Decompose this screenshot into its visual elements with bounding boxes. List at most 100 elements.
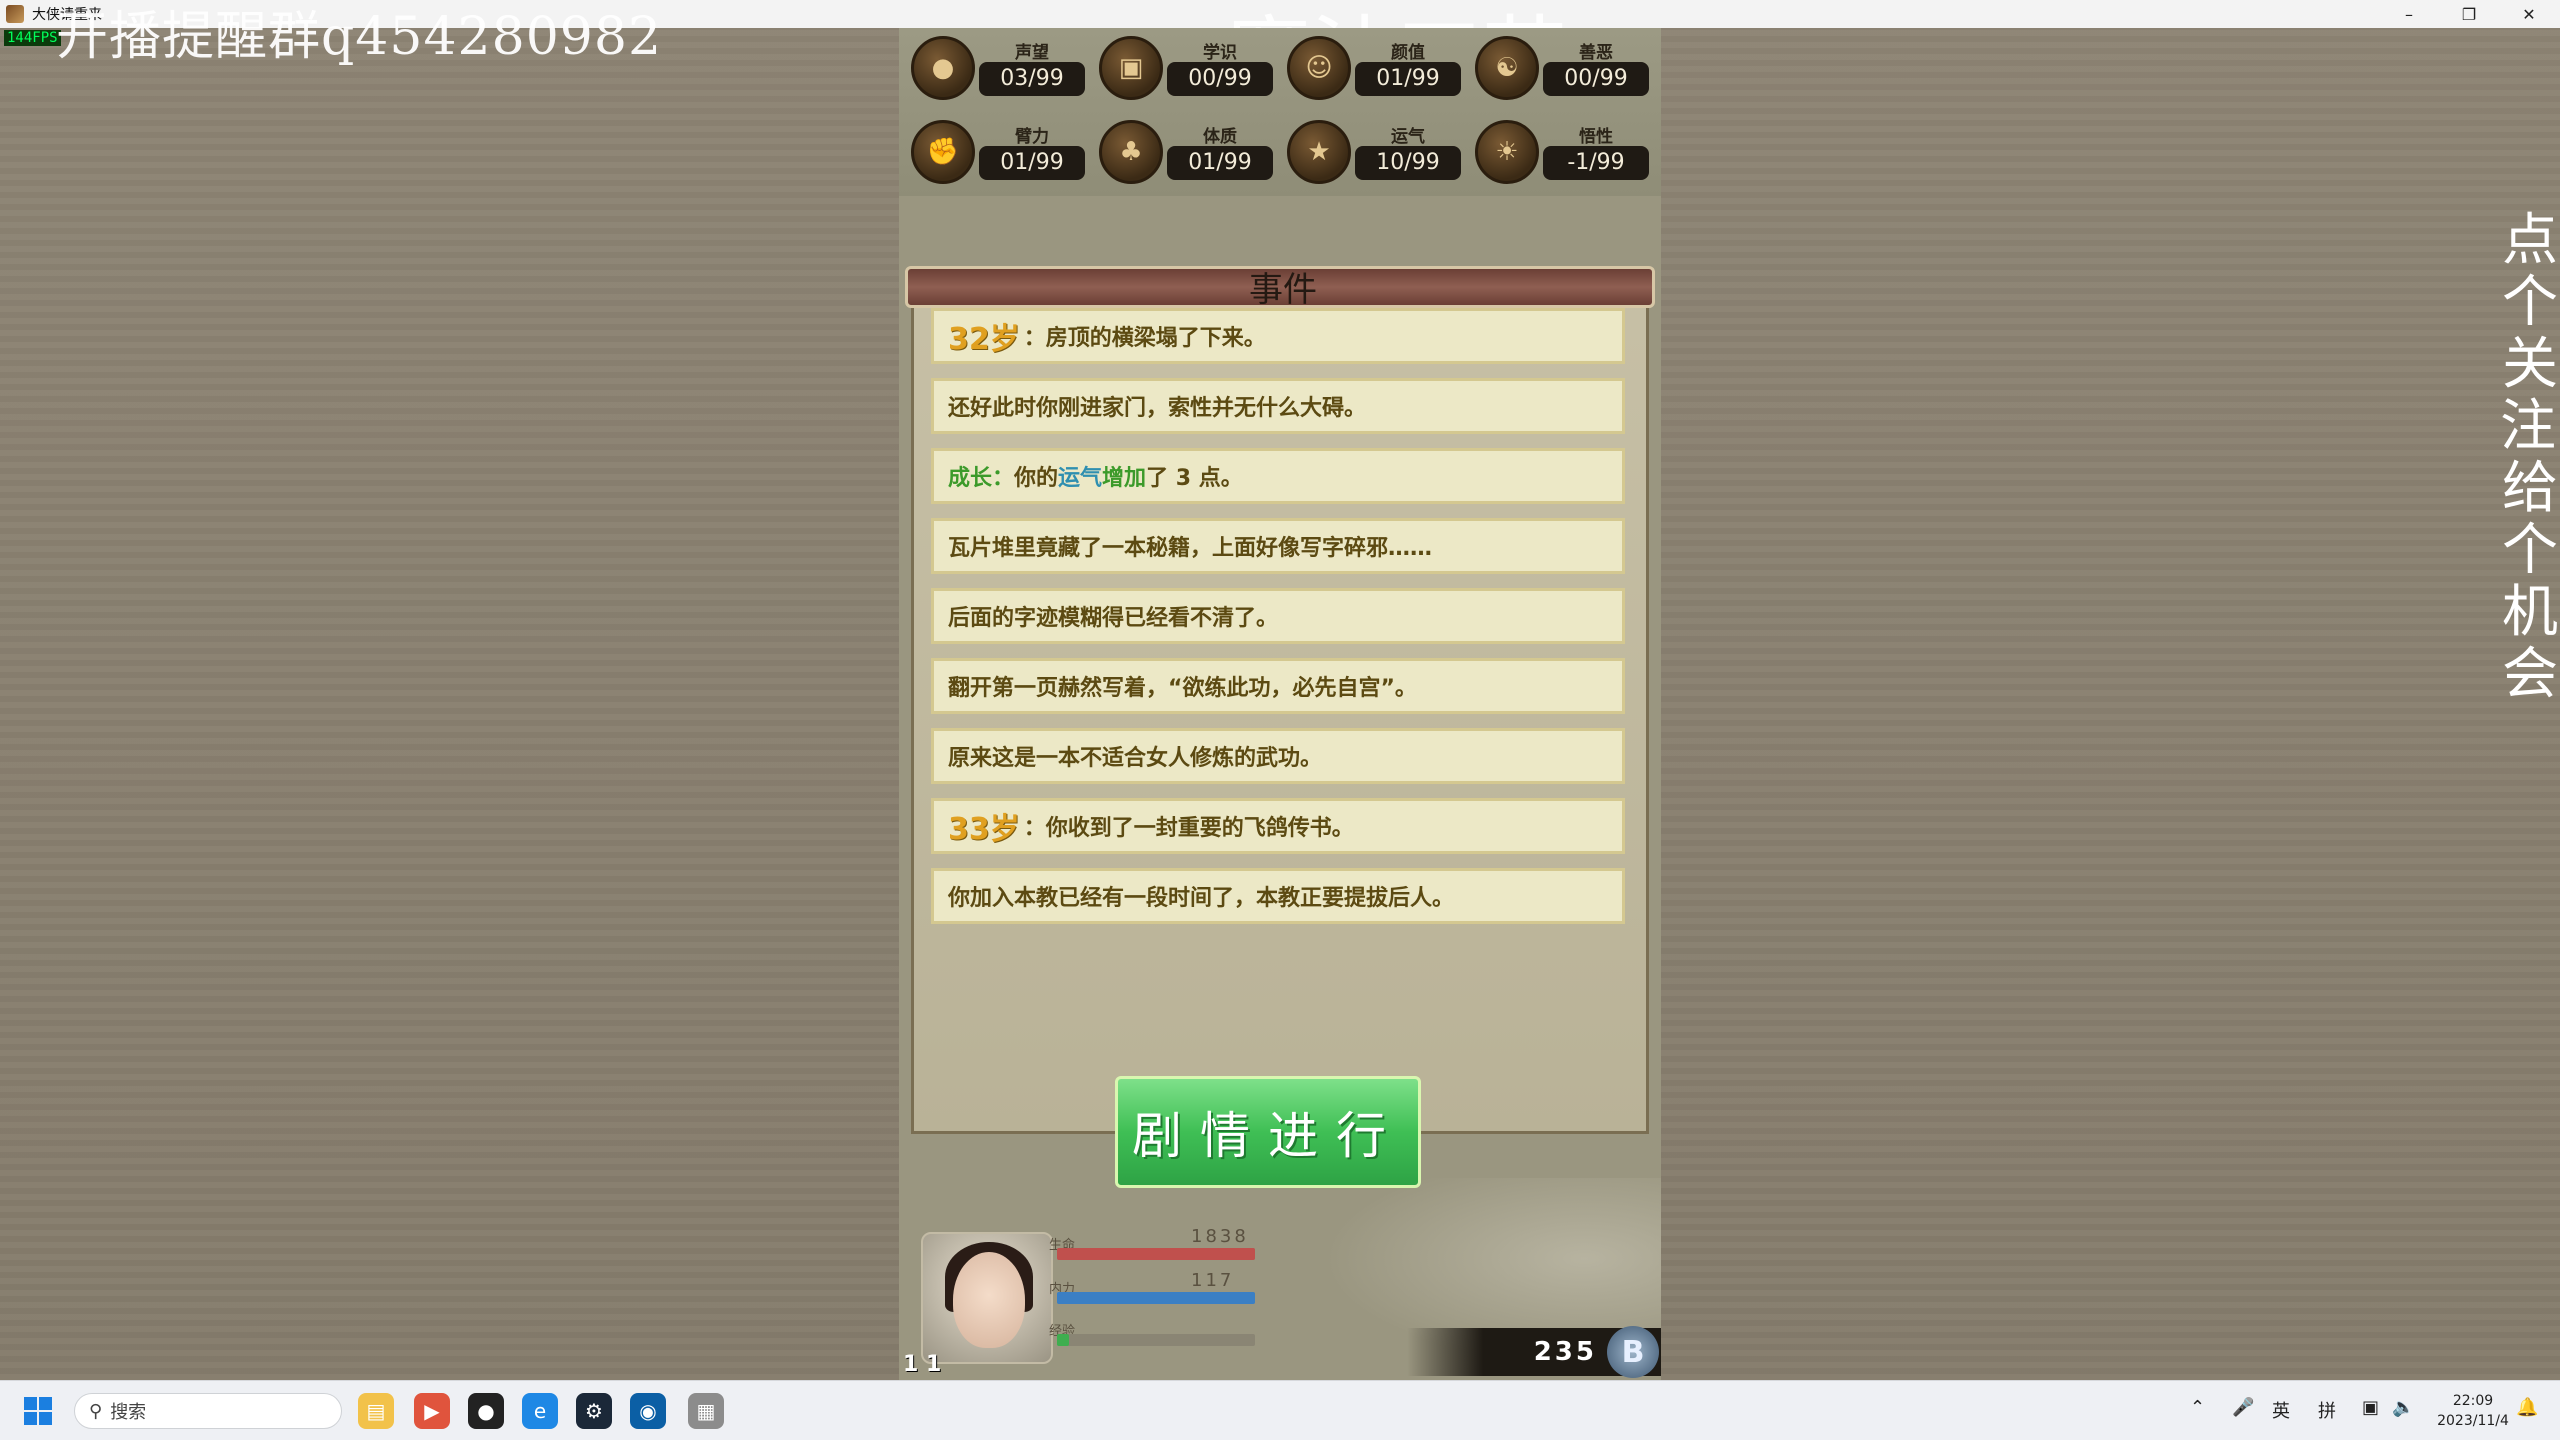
event-text: 原来这是一本不适合女人修炼的武功。 bbox=[948, 746, 1323, 771]
stat-label: 悟性 bbox=[1579, 127, 1613, 147]
stat-value: 01/99 bbox=[1167, 146, 1273, 180]
stat-knowledge: ▣ 学识 00/99 bbox=[1093, 32, 1279, 102]
stat-appearance: ☺ 颜值 01/99 bbox=[1281, 32, 1467, 102]
stat-value: 00/99 bbox=[1167, 62, 1273, 96]
event-panel-header: 事件 bbox=[905, 266, 1655, 310]
event-item: 33岁：你收到了一封重要的飞鸽传书。 bbox=[931, 798, 1625, 854]
app-icon-blue[interactable]: ◉ bbox=[630, 1393, 666, 1429]
network-icon[interactable]: ▣ bbox=[2362, 1397, 2379, 1418]
steam-icon[interactable]: ⚙ bbox=[576, 1393, 612, 1429]
ime-english[interactable]: 英 bbox=[2272, 1397, 2290, 1423]
volume-icon[interactable]: 🔈 bbox=[2392, 1397, 2414, 1418]
edge-browser-icon[interactable]: e bbox=[522, 1393, 558, 1429]
taskbar-clock[interactable]: 22:09 2023/11/4 bbox=[2418, 1391, 2528, 1431]
search-icon: ⚲ bbox=[89, 1400, 103, 1422]
event-text: 还好此时你刚进家门，索性并无什么大碍。 bbox=[948, 396, 1367, 421]
mp-fill bbox=[1057, 1292, 1255, 1304]
fps-counter: 144FPS bbox=[4, 30, 61, 46]
event-item: 原来这是一本不适合女人修炼的武功。 bbox=[931, 728, 1625, 784]
exp-fill bbox=[1057, 1334, 1069, 1346]
ime-pinyin[interactable]: 拼 bbox=[2318, 1397, 2336, 1423]
stat-constitution: ♣ 体质 01/99 bbox=[1093, 116, 1279, 186]
taskbar-search[interactable]: ⚲ 搜索 bbox=[74, 1393, 342, 1429]
attribute-panel: ● 声望 03/99 ▣ 学识 00/99 ☺ 颜值 01/99 ☯ 善恶 00… bbox=[899, 28, 1661, 196]
mp-value: 117 bbox=[1191, 1270, 1235, 1291]
microphone-icon[interactable]: 🎤 bbox=[2232, 1397, 2254, 1418]
event-age: 33岁 bbox=[948, 812, 1020, 847]
notification-icon[interactable]: 🔔 bbox=[2516, 1397, 2538, 1418]
close-icon[interactable]: ✕ bbox=[2500, 0, 2558, 28]
event-item: 翻开第一页赫然写着，“欲练此功，必先自宫”。 bbox=[931, 658, 1625, 714]
restore-icon[interactable]: ❐ bbox=[2440, 0, 2498, 28]
search-placeholder: 搜索 bbox=[110, 1402, 147, 1423]
appearance-icon: ☺ bbox=[1287, 36, 1351, 100]
stat-label: 臂力 bbox=[1015, 127, 1049, 147]
event-growth-label: 成长： bbox=[948, 466, 1015, 491]
event-item: 还好此时你刚进家门，索性并无什么大碍。 bbox=[931, 378, 1625, 434]
app-icon bbox=[6, 5, 24, 23]
stat-value: 01/99 bbox=[979, 146, 1085, 180]
event-item: 32岁：房顶的横梁塌了下来。 bbox=[931, 308, 1625, 364]
stat-reputation: ● 声望 03/99 bbox=[905, 32, 1091, 102]
event-highlight: 运气 bbox=[1058, 466, 1103, 491]
character-portrait[interactable] bbox=[921, 1232, 1053, 1364]
event-text: 瓦片堆里竟藏了一本秘籍，上面好像写字碎邪…… bbox=[948, 536, 1433, 561]
stat-value: 01/99 bbox=[1355, 62, 1461, 96]
stream-overlay-right: 点个关注，给个机会 bbox=[2500, 208, 2560, 707]
mp-bar bbox=[1057, 1292, 1255, 1304]
file-explorer-icon[interactable]: ▤ bbox=[358, 1393, 394, 1429]
app-icon-dark[interactable]: ● bbox=[468, 1393, 504, 1429]
knowledge-icon: ▣ bbox=[1099, 36, 1163, 100]
clock-date: 2023/11/4 bbox=[2437, 1413, 2509, 1429]
stat-morality: ☯ 善恶 00/99 bbox=[1469, 32, 1655, 102]
stat-label: 善恶 bbox=[1579, 43, 1613, 63]
exp-bar bbox=[1057, 1334, 1255, 1346]
hp-value: 1838 bbox=[1191, 1226, 1249, 1247]
stat-value: -1/99 bbox=[1543, 146, 1649, 180]
chevron-up-icon[interactable]: ⌃ bbox=[2190, 1397, 2205, 1418]
event-item: 你加入本教已经有一段时间了，本教正要提拔后人。 bbox=[931, 868, 1625, 924]
taskbar: ⚲ 搜索 ▤ ▶ ● e ⚙ ◉ ▦ ⌃ 🎤 英 拼 ▣ 🔈 22:09 202… bbox=[0, 1380, 2560, 1440]
stat-label: 颜值 bbox=[1391, 43, 1425, 63]
stream-overlay-left: 开播提醒群q454280982 bbox=[56, 7, 663, 67]
face bbox=[953, 1252, 1025, 1348]
stat-label: 运气 bbox=[1391, 127, 1425, 147]
stat-comprehension: ☀ 悟性 -1/99 bbox=[1469, 116, 1655, 186]
event-text: 了 3 点。 bbox=[1146, 466, 1243, 491]
stat-value: 10/99 bbox=[1355, 146, 1461, 180]
event-panel-title: 事件 bbox=[1249, 270, 1317, 310]
app-icon-red[interactable]: ▶ bbox=[414, 1393, 450, 1429]
event-highlight: 增加 bbox=[1102, 466, 1147, 491]
morality-icon: ☯ bbox=[1475, 36, 1539, 100]
event-age: 32岁 bbox=[948, 322, 1020, 357]
start-button[interactable] bbox=[24, 1397, 52, 1425]
event-text: 你的 bbox=[1014, 466, 1059, 491]
minimize-icon[interactable]: – bbox=[2380, 0, 2438, 28]
hp-bar bbox=[1057, 1248, 1255, 1260]
reputation-icon: ● bbox=[911, 36, 975, 100]
strength-icon: ✊ bbox=[911, 120, 975, 184]
continue-story-button[interactable]: 剧情进行 bbox=[1115, 1076, 1421, 1188]
event-item: 成长： 你的 运气 增加 了 3 点。 bbox=[931, 448, 1625, 504]
character-level: 1 1 bbox=[903, 1352, 942, 1377]
stat-label: 声望 bbox=[1015, 43, 1049, 63]
event-item: 瓦片堆里竟藏了一本秘籍，上面好像写字碎邪…… bbox=[931, 518, 1625, 574]
stat-luck: ★ 运气 10/99 bbox=[1281, 116, 1467, 186]
event-text: 后面的字迹模糊得已经看不清了。 bbox=[948, 606, 1279, 631]
event-text: 房顶的横梁塌了下来。 bbox=[1045, 326, 1266, 351]
stat-strength: ✊ 臂力 01/99 bbox=[905, 116, 1091, 186]
event-text: 你加入本教已经有一段时间了，本教正要提拔后人。 bbox=[948, 886, 1455, 911]
event-text: 翻开第一页赫然写着，“欲练此功，必先自宫”。 bbox=[948, 676, 1417, 701]
stat-label: 体质 bbox=[1203, 127, 1237, 147]
coin-icon: B bbox=[1607, 1326, 1659, 1378]
event-text: 你收到了一封重要的飞鸽传书。 bbox=[1045, 816, 1354, 841]
comprehension-icon: ☀ bbox=[1475, 120, 1539, 184]
hp-fill bbox=[1057, 1248, 1255, 1260]
stat-value: 03/99 bbox=[979, 62, 1085, 96]
luck-icon: ★ bbox=[1287, 120, 1351, 184]
game-taskbar-icon[interactable]: ▦ bbox=[688, 1393, 724, 1429]
clock-time: 22:09 bbox=[2452, 1393, 2494, 1409]
stat-label: 学识 bbox=[1203, 43, 1237, 63]
event-item: 后面的字迹模糊得已经看不清了。 bbox=[931, 588, 1625, 644]
game-viewport[interactable]: ● 声望 03/99 ▣ 学识 00/99 ☺ 颜值 01/99 ☯ 善恶 00… bbox=[899, 28, 1661, 1380]
